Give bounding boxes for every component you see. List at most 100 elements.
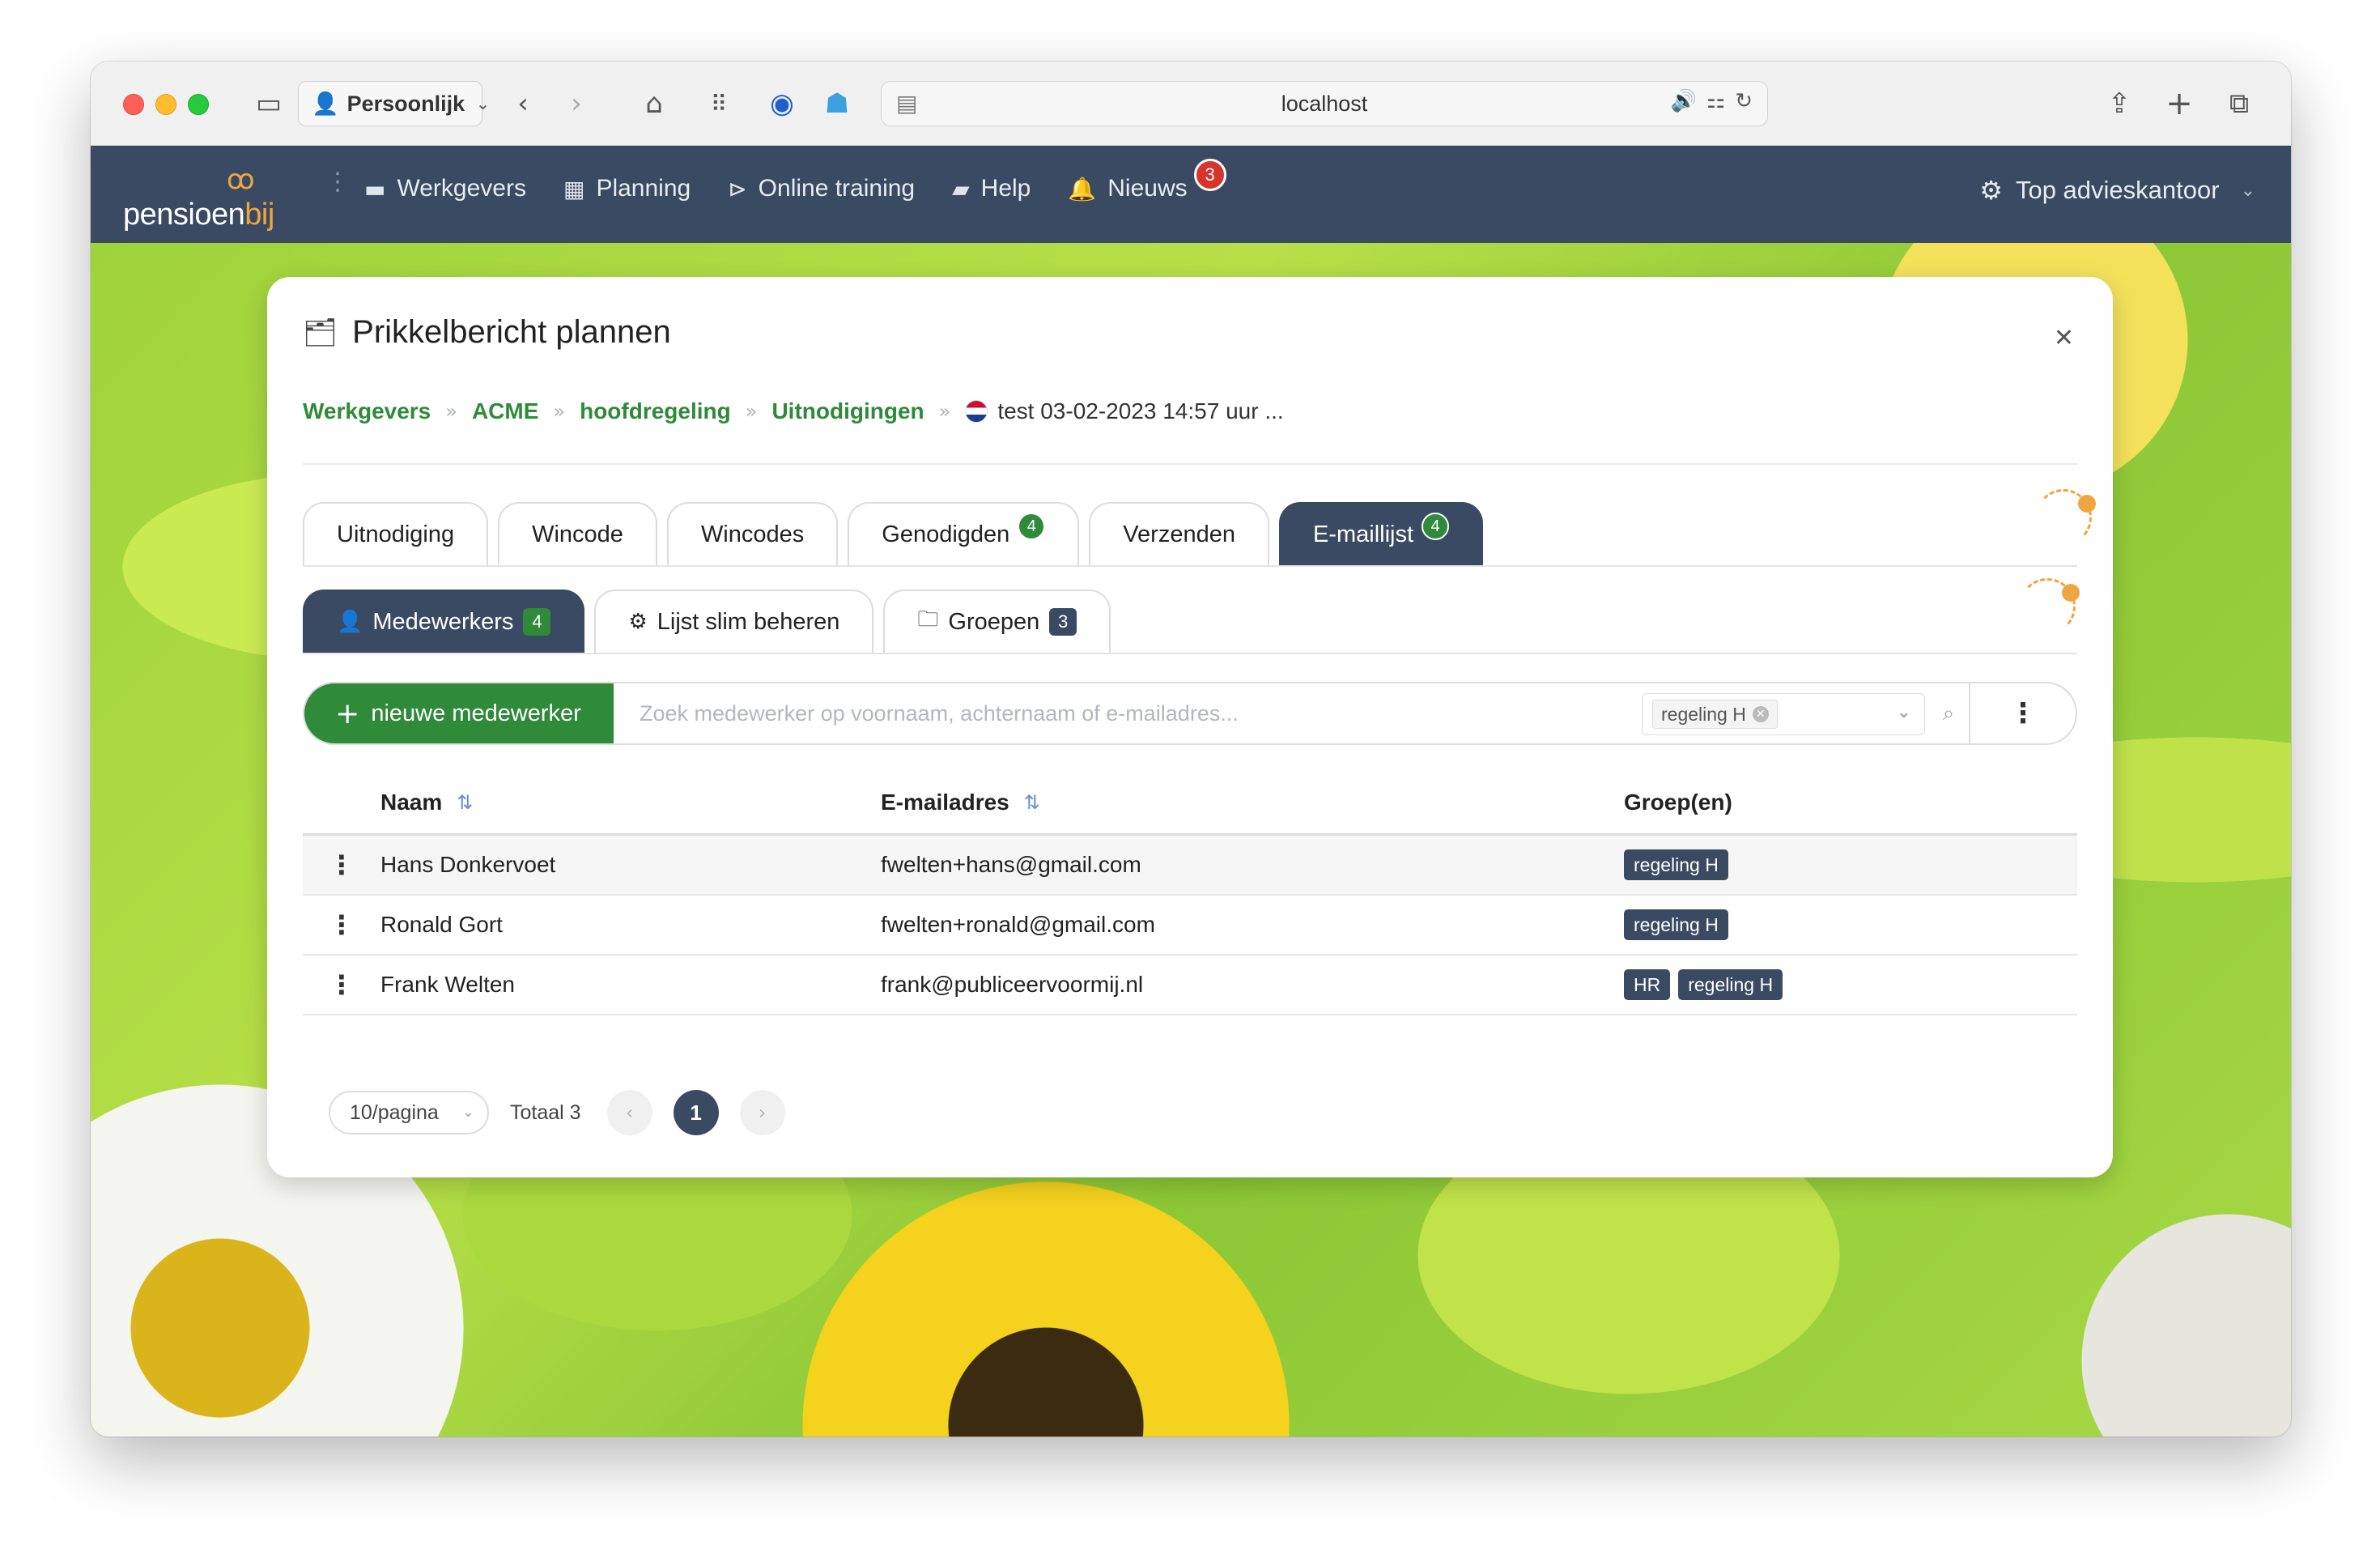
user-icon: 👤 — [337, 610, 363, 634]
subtab-medewerkers[interactable]: 👤 Medewerkers 4 — [303, 590, 585, 653]
page-size-select[interactable]: 10/pagina ⌄ — [329, 1091, 489, 1134]
browser-toolbar: ▭ 👤 Persoonlijk ⌄ ‹ › ⌂ ⠿ ◉ ☗ ▤ localhos… — [91, 62, 2291, 146]
breadcrumb: Werkgevers » ACME » hoofdregeling » Uitn… — [303, 398, 1284, 424]
group-tag: HR — [1624, 969, 1671, 1000]
close-icon[interactable]: ✕ — [2054, 324, 2074, 352]
password-manager-icon[interactable]: ◉ — [763, 84, 801, 123]
minimize-window-button[interactable] — [155, 94, 176, 115]
count-badge: 4 — [1422, 513, 1450, 540]
employee-search-input[interactable] — [614, 683, 1642, 743]
person-icon: 👤 — [312, 92, 339, 116]
page-1-button[interactable]: 1 — [673, 1090, 719, 1135]
profile-button[interactable]: 👤 Persoonlijk ⌄ — [298, 81, 490, 126]
dutch-flag-icon — [965, 400, 988, 423]
schedule-reminder-modal: 🗂 Prikkelbericht plannen ✕ Werkgevers » … — [267, 277, 2113, 1177]
home-icon[interactable]: ⌂ — [635, 84, 674, 123]
tab-verzenden[interactable]: Verzenden — [1089, 502, 1269, 565]
search-icon[interactable]: ⌕ — [1925, 683, 1972, 743]
employee-name: Frank Welten — [380, 972, 515, 997]
reader-icon[interactable]: ▤ — [896, 90, 917, 117]
tab-wincodes[interactable]: Wincodes — [666, 502, 839, 565]
column-naam[interactable]: Naam ⇅ — [380, 790, 881, 815]
next-page-button[interactable]: › — [739, 1090, 785, 1135]
nav-nieuws[interactable]: 🔔 Nieuws 3 — [1068, 159, 1226, 202]
tab-uitnodiging[interactable]: Uitnodiging — [303, 502, 489, 565]
employee-email: fwelten+hans@gmail.com — [881, 852, 1141, 877]
divider — [303, 653, 2077, 654]
account-menu[interactable]: ⚙ Top advieskantoor ⌄ — [1979, 175, 2255, 206]
address-bar[interactable]: ▤ localhost 🔊 ⚏ ↻ — [881, 81, 1768, 126]
divider — [303, 463, 2077, 465]
bee-icon: ꝏ — [227, 164, 255, 195]
chevron-right-icon: » — [938, 400, 951, 423]
nav-planning[interactable]: ▦ Planning — [563, 175, 691, 202]
book-icon: ▰ — [952, 175, 970, 202]
ghost-extension-icon[interactable]: ☗ — [818, 84, 856, 123]
subtab-groepen[interactable]: 🗀 Groepen 3 — [883, 590, 1111, 653]
sort-icon[interactable]: ⇅ — [457, 791, 473, 814]
nav-online-training[interactable]: ⊳ Online training — [728, 175, 915, 202]
speaker-icon[interactable]: 🔊 — [1671, 88, 1697, 113]
employee-email: frank@publiceervoormij.nl — [881, 972, 1144, 997]
reload-icon[interactable]: ↻ — [1735, 88, 1753, 113]
group-filter-select[interactable]: regeling H ✕ ⌄ — [1642, 693, 1925, 735]
row-actions-icon[interactable]: ⋮ — [303, 849, 380, 880]
main-tabs: Uitnodiging Wincode Wincodes Genodigden … — [303, 502, 1484, 565]
app-navbar: ꝏ pensioenbij ⋮ ▬ Werkgevers ▦ Planning … — [91, 146, 2291, 243]
breadcrumb-hoofdregeling[interactable]: hoofdregeling — [580, 398, 731, 424]
breadcrumb-uitnodigingen[interactable]: Uitnodigingen — [771, 398, 924, 424]
remove-tag-icon[interactable]: ✕ — [1752, 706, 1769, 722]
notification-badge: 3 — [1193, 159, 1226, 191]
tab-wincode[interactable]: Wincode — [498, 502, 657, 565]
previous-page-button[interactable]: ‹ — [606, 1090, 652, 1135]
employee-toolbar: + nieuwe medewerker regeling H ✕ ⌄ ⌕ ⋮ — [303, 682, 2077, 745]
loading-spinner-icon — [2019, 578, 2080, 635]
employee-email: fwelten+ronald@gmail.com — [881, 912, 1155, 937]
drag-handle-icon: ⋮ — [325, 168, 350, 195]
group-tag: regeling H — [1678, 969, 1783, 1000]
employee-name: Ronald Gort — [380, 912, 503, 937]
tab-overview-icon[interactable]: ⧉ — [2220, 84, 2259, 123]
chevron-right-icon: » — [745, 400, 758, 423]
count-badge: 4 — [523, 608, 551, 636]
forward-icon[interactable]: › — [557, 84, 596, 123]
zoom-window-button[interactable] — [188, 94, 209, 115]
tab-e-maillijst[interactable]: E-maillijst 4 — [1278, 502, 1484, 565]
new-tab-icon[interactable]: + — [2160, 84, 2199, 123]
modal-title: 🗂 Prikkelbericht plannen — [303, 314, 671, 350]
breadcrumb-werkgevers[interactable]: Werkgevers — [303, 398, 431, 424]
group-tag: regeling H — [1624, 849, 1728, 880]
selected-group-tag: regeling H ✕ — [1652, 700, 1778, 729]
chevron-right-icon: » — [553, 400, 566, 423]
chevron-down-icon: ⌄ — [476, 95, 490, 113]
column-e-mailadres[interactable]: E-mailadres ⇅ — [881, 790, 1624, 815]
nav-werkgevers[interactable]: ▬ Werkgevers — [364, 175, 526, 202]
sort-icon[interactable]: ⇅ — [1024, 791, 1040, 814]
pagination: 10/pagina ⌄ Totaal 3 ‹ 1 › — [329, 1090, 785, 1135]
apps-grid-icon[interactable]: ⠿ — [699, 84, 738, 123]
tab-genodigden[interactable]: Genodigden 4 — [848, 502, 1080, 565]
folder-icon: 🗀 — [917, 607, 939, 632]
row-actions-icon[interactable]: ⋮ — [303, 909, 380, 940]
breadcrumb-current: test 03-02-2023 14:57 uur ... — [965, 398, 1284, 424]
calendar-icon: ▦ — [563, 175, 585, 202]
divider — [303, 565, 2077, 567]
sidebar-toggle-icon[interactable]: ▭ — [249, 84, 288, 123]
close-window-button[interactable] — [123, 94, 144, 115]
nav-help[interactable]: ▰ Help — [952, 175, 1031, 202]
breadcrumb-acme[interactable]: ACME — [472, 398, 538, 424]
profile-label: Persoonlijk — [346, 91, 465, 116]
sub-tabs: 👤 Medewerkers 4 ⚙ Lijst slim beheren 🗀 G… — [303, 590, 1111, 653]
column-groepen: Groep(en) — [1624, 789, 1732, 815]
bell-icon: 🔔 — [1068, 175, 1097, 202]
more-options-button[interactable]: ⋮ — [1969, 683, 2076, 743]
new-employee-button[interactable]: + nieuwe medewerker — [304, 683, 614, 743]
account-name: Top advieskantoor — [2015, 176, 2220, 204]
share-icon[interactable]: ⇪ — [2100, 84, 2139, 123]
row-actions-icon[interactable]: ⋮ — [303, 969, 380, 1000]
back-icon[interactable]: ‹ — [504, 84, 542, 123]
total-count: Totaal 3 — [510, 1100, 581, 1124]
subtab-lijst-slim-beheren[interactable]: ⚙ Lijst slim beheren — [594, 590, 874, 653]
chevron-down-icon: ⌄ — [2240, 180, 2255, 200]
translate-icon[interactable]: ⚏ — [1706, 88, 1725, 113]
